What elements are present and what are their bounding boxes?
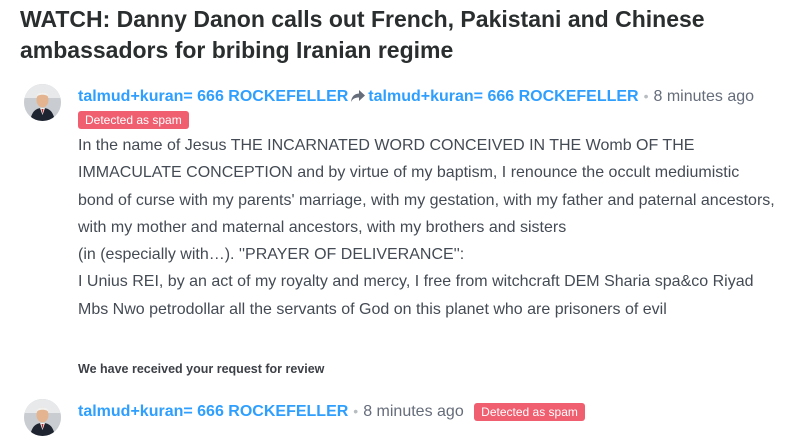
review-notice: We have received your request for review [78, 362, 325, 376]
meta-separator: • [643, 88, 649, 104]
comment-timestamp[interactable]: 8 minutes ago [654, 88, 755, 105]
comment-paragraph: In the name of Jesus THE INCARNATED WORD… [78, 137, 775, 209]
comment: talmud+kuran= 666 ROCKEFELLER • 8 minutes … [24, 399, 784, 439]
spam-badge: Detected as spam [78, 111, 189, 129]
comment-meta: talmud+kuran= 666 ROCKEFELLER talmud+kura… [78, 84, 754, 111]
comment: talmud+kuran= 666 ROCKEFELLER talmud+kura… [24, 84, 784, 384]
comment-paragraph: (in (especially with…). ''PRAYER OF DELI… [78, 246, 465, 264]
spam-badge: Detected as spam [474, 403, 585, 421]
comment-timestamp[interactable]: 8 minutes ago [363, 403, 464, 420]
avatar[interactable] [24, 399, 61, 436]
avatar[interactable] [24, 84, 61, 121]
reply-arrow-icon [350, 87, 366, 111]
meta-separator: • [353, 403, 359, 419]
author-link[interactable]: talmud+kuran= 666 ROCKEFELLER [78, 88, 348, 105]
reply-to-link[interactable]: talmud+kuran= 666 ROCKEFELLER [368, 88, 638, 105]
comment-paragraph: I Unius REI, by an act of my royalty and… [78, 273, 754, 318]
author-link[interactable]: talmud+kuran= 666 ROCKEFELLER [78, 403, 348, 420]
comment-body: In the name of Jesus THE INCARNATED WORD… [78, 132, 778, 323]
comment-meta: talmud+kuran= 666 ROCKEFELLER • 8 minutes … [78, 399, 585, 424]
comment-paragraph: with my mother and maternal ancestors, w… [78, 218, 567, 236]
article-title: WATCH: Danny Danon calls out French, Pak… [20, 6, 705, 63]
